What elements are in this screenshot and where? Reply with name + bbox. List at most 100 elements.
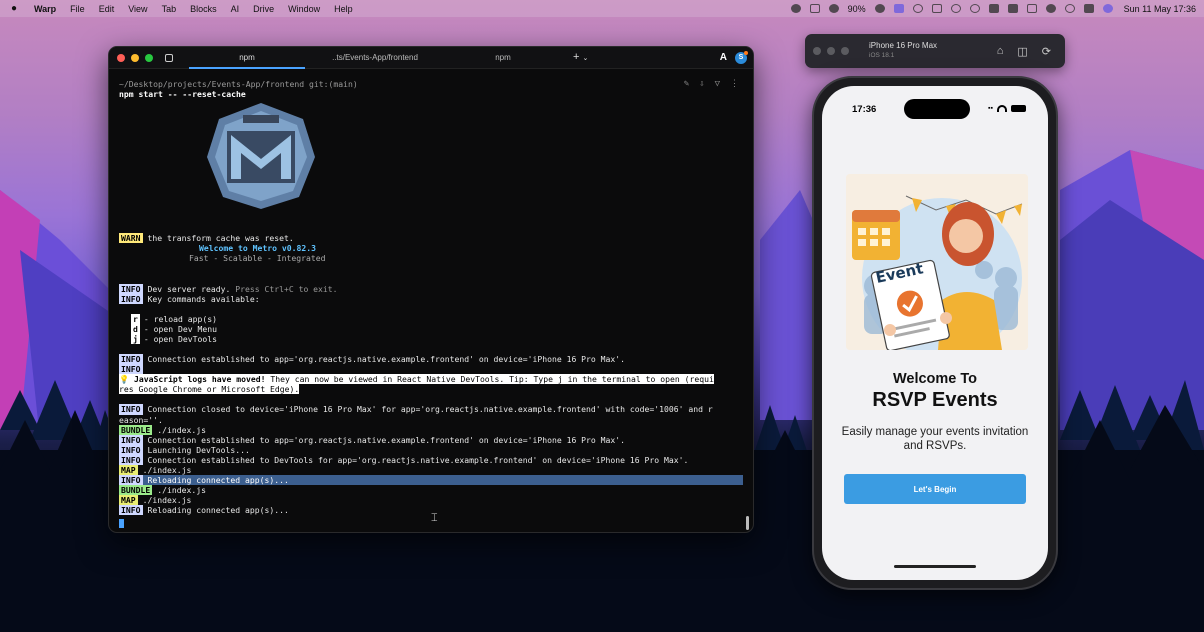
tip-text: They can now be viewed in React Native D…: [270, 374, 714, 385]
info-tag: INFO: [119, 354, 143, 365]
welcome-heading: Welcome To: [892, 371, 978, 387]
block-toolbar: ✎ ⇩ ▽ ⋮: [684, 79, 739, 89]
tip-row: 💡 JavaScript logs have moved! They can n…: [119, 374, 743, 385]
log-text: Connection established to DevTools for a…: [147, 454, 689, 465]
chevron-down-icon[interactable]: ⌄: [582, 55, 588, 62]
more-icon[interactable]: ⋮: [730, 79, 739, 89]
pin-icon[interactable]: ✎: [684, 79, 689, 89]
battery-percent[interactable]: 90%: [848, 4, 866, 14]
menu-file[interactable]: File: [70, 4, 85, 14]
rotate-icon[interactable]: ⟳: [1042, 45, 1051, 58]
menu-view[interactable]: View: [128, 4, 147, 14]
status-area: 90% Sun 11 May 17:36: [790, 4, 1196, 14]
key-r: r: [131, 313, 140, 324]
terminal-titlebar: npm ..ts/Events-App/frontend npm + ⌄ A S: [109, 47, 753, 69]
bluetooth-icon[interactable]: [988, 4, 999, 13]
bundle-tag: BUNDLE: [119, 485, 153, 496]
minimize-button[interactable]: [827, 47, 835, 55]
scrollbar[interactable]: [746, 516, 749, 530]
simulator-title: iPhone 16 Pro Max iOS 18.1: [869, 41, 937, 61]
log-row: INFO Dev server ready. Press Ctrl+C to ex…: [119, 283, 743, 294]
close-button[interactable]: [117, 53, 125, 62]
log-row: INFO Connection established to app='org.r…: [119, 354, 743, 365]
compass-icon[interactable]: [912, 4, 923, 13]
tab-npm[interactable]: npm: [439, 47, 567, 69]
log-text: Reloading connected app(s)...: [147, 475, 289, 486]
siri-icon[interactable]: [1102, 4, 1113, 13]
phone-screen[interactable]: 17:36 ▪▪ Event Welcome To RSVP Events Ea…: [822, 86, 1048, 580]
menu-app-warp[interactable]: Warp: [34, 4, 56, 14]
menu-ai[interactable]: AI: [231, 4, 240, 14]
log-row-cont: eason=''.: [119, 414, 163, 425]
log-row: INFO Connection closed to device='iPhone …: [119, 404, 743, 415]
control-center-icon[interactable]: [1083, 4, 1094, 13]
sidebar-toggle-icon[interactable]: [165, 53, 173, 62]
log-text: Launching DevTools...: [147, 444, 250, 455]
menu-tab[interactable]: Tab: [162, 4, 177, 14]
download-icon[interactable]: ⇩: [699, 79, 704, 89]
tip-text-2: res Google Chrome or Microsoft Edge).: [119, 384, 300, 395]
info-tag: INFO: [119, 283, 143, 294]
battery-icon[interactable]: [1026, 4, 1037, 13]
info-tag: INFO: [119, 475, 143, 486]
font-a-icon[interactable]: [1007, 4, 1018, 13]
status-icons: ▪▪: [988, 105, 1026, 112]
terminal-output[interactable]: ✎ ⇩ ▽ ⋮ ~/Desktop/projects/Events-App/fr…: [109, 69, 753, 516]
lightbulb-icon: 💡: [119, 374, 134, 385]
log-row: INFO Connection established to app='org.r…: [119, 434, 743, 445]
wifi-icon: [997, 105, 1007, 112]
menu-drive[interactable]: Drive: [253, 4, 274, 14]
status-app-icon[interactable]: [809, 4, 820, 13]
new-tab-button[interactable]: + ⌄: [573, 47, 588, 70]
menu-window[interactable]: Window: [288, 4, 320, 14]
cloud-icon[interactable]: [874, 4, 885, 13]
avatar[interactable]: S: [735, 50, 748, 64]
display-icon[interactable]: [931, 4, 942, 13]
menu-blocks[interactable]: Blocks: [190, 4, 217, 14]
zoom-button[interactable]: [841, 47, 849, 55]
menubar-clock[interactable]: Sun 11 May 17:36: [1124, 4, 1196, 14]
menu-edit[interactable]: Edit: [99, 4, 115, 14]
bundle-tag: BUNDLE: [119, 424, 153, 435]
close-button[interactable]: [813, 47, 821, 55]
home-indicator[interactable]: [894, 565, 976, 568]
search-icon[interactable]: [1064, 4, 1075, 13]
apple-menu-icon[interactable]: ●: [8, 3, 20, 14]
dev-ready-text: Dev server ready.: [147, 283, 231, 294]
simulator-window-controls: [813, 47, 849, 55]
log-text: Connection established to app='org.react…: [147, 354, 626, 365]
log-row: MAP ./index.js: [119, 495, 743, 506]
screenshot-icon[interactable]: ◫: [1017, 45, 1027, 58]
log-row: INFO Connection established to DevTools f…: [119, 454, 743, 465]
play-icon[interactable]: [950, 4, 961, 13]
log-row: BUNDLE ./index.js: [119, 485, 743, 496]
window-controls: [117, 53, 153, 62]
log-row-highlighted: INFO Reloading connected app(s)...: [119, 475, 743, 486]
status-gear-icon[interactable]: [790, 4, 801, 13]
metro-slogan: Fast - Scalable - Integrated: [189, 253, 326, 264]
filter-icon[interactable]: ▽: [715, 79, 720, 89]
terminal-window: npm ..ts/Events-App/frontend npm + ⌄ A S …: [108, 46, 754, 533]
tab-frontend[interactable]: ..ts/Events-App/frontend: [311, 47, 439, 69]
lets-begin-button[interactable]: Let's Begin: [844, 474, 1026, 504]
audio-wave-icon[interactable]: [828, 4, 839, 13]
key-row: r- reload app(s): [119, 313, 743, 324]
minimize-button[interactable]: [131, 53, 139, 62]
tab-npm-active[interactable]: npm: [183, 47, 311, 69]
screen-record-icon[interactable]: [893, 4, 904, 13]
menu-help[interactable]: Help: [334, 4, 353, 14]
log-row: MAP ./index.js: [119, 464, 743, 476]
info-tag: INFO: [119, 434, 143, 445]
key-desc: - open DevTools: [143, 333, 217, 344]
log-row: INFO Launching DevTools...: [119, 444, 743, 455]
input-cursor[interactable]: [119, 519, 124, 528]
home-icon[interactable]: ⌂: [997, 45, 1004, 58]
timer-icon[interactable]: [969, 4, 980, 13]
simulator-titlebar: iPhone 16 Pro Max iOS 18.1 ⌂ ◫ ⟳: [805, 34, 1065, 68]
wifi-icon[interactable]: [1045, 4, 1056, 13]
command-line: npm start -- --reset-cache: [119, 89, 246, 100]
map-tag: MAP: [119, 464, 138, 476]
warp-ai-icon[interactable]: A: [720, 52, 727, 63]
zoom-button[interactable]: [145, 53, 153, 62]
log-text: ./index.js: [157, 424, 206, 435]
